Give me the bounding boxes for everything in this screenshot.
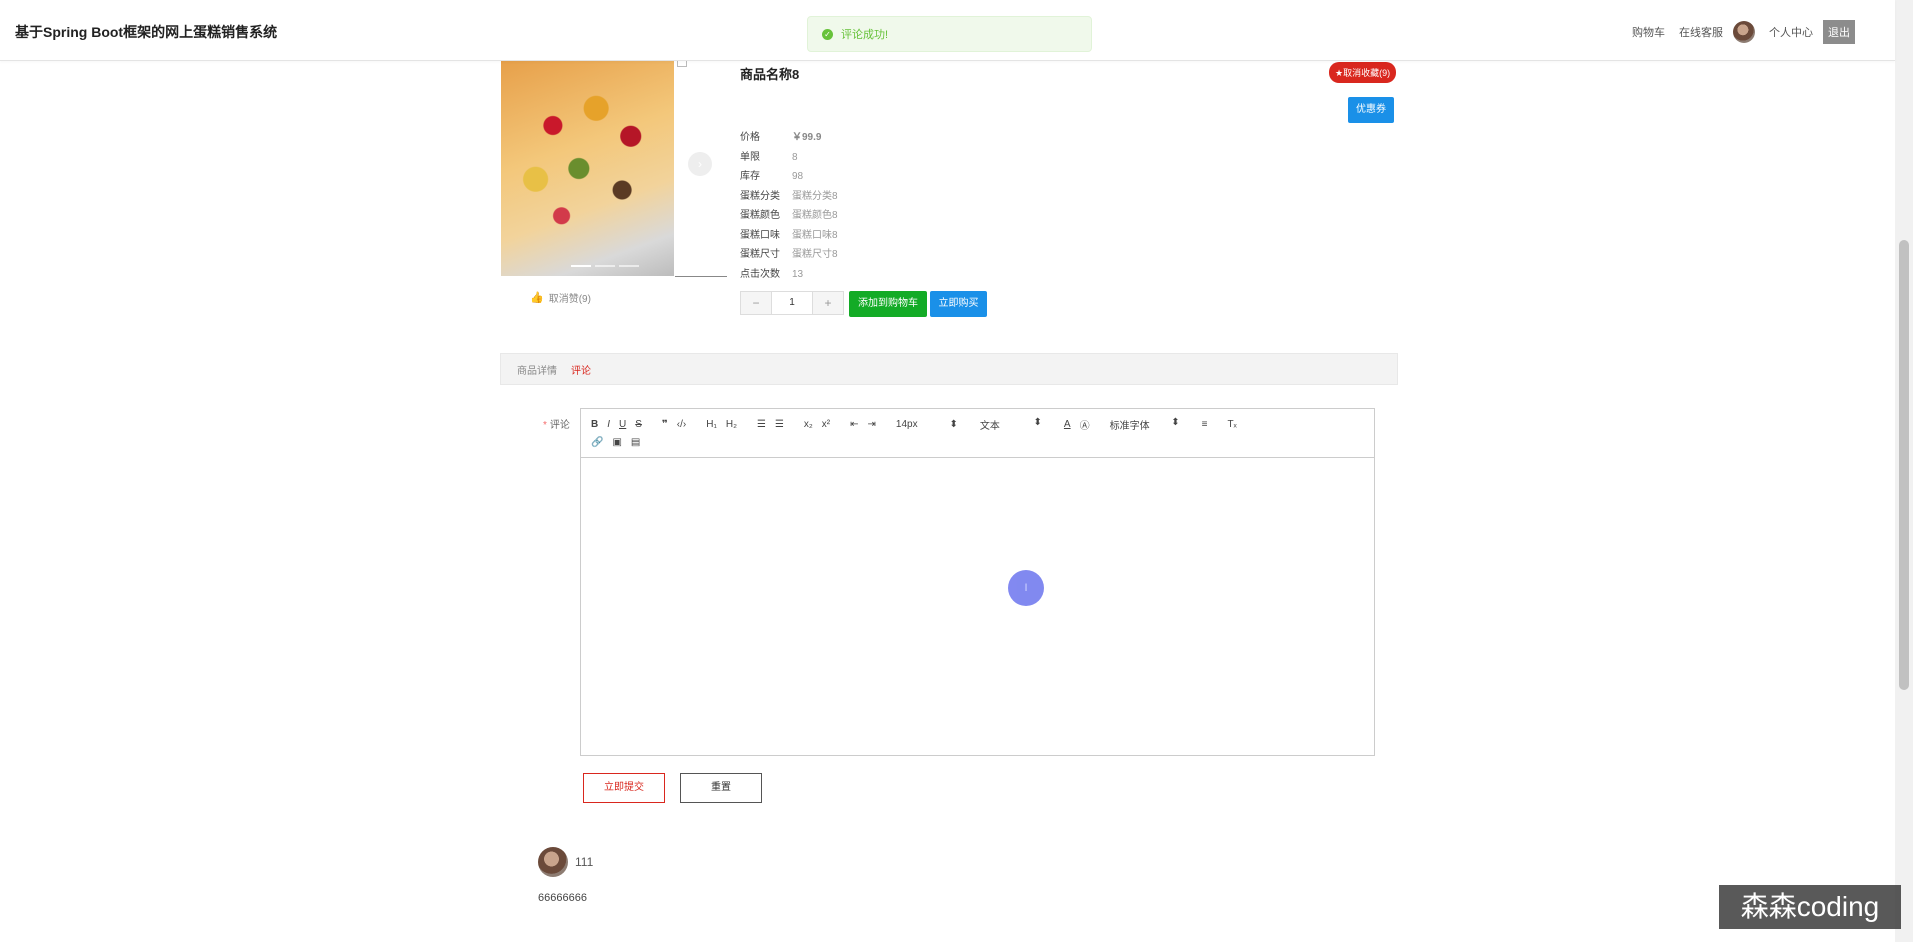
editor-toolbar: B I U S ❞ ‹/› H₁ H₂ ☰ ☰ x₂ x² ⇤ ⇥ 14px ⬍ … xyxy=(581,409,1374,458)
watermark: 森森coding xyxy=(1719,885,1901,929)
attr-label: 蛋糕分类 xyxy=(740,190,780,202)
like-button[interactable]: 👍 取消赞(9) xyxy=(530,290,591,305)
heading1-icon[interactable]: H₁ xyxy=(706,419,717,430)
comment-label-text: 评论 xyxy=(549,420,570,431)
unfavorite-button[interactable]: ★取消收藏(9) xyxy=(1329,62,1397,83)
coupon-button[interactable]: 优惠券 xyxy=(1348,97,1394,123)
subscript-icon[interactable]: x₂ xyxy=(804,419,813,430)
strikethrough-icon[interactable]: S xyxy=(635,419,642,430)
superscript-icon[interactable]: x² xyxy=(822,419,830,430)
select-arrow-icon: ⬍ xyxy=(949,418,958,430)
thumbs-up-icon: 👍 xyxy=(530,292,544,304)
attr-row: 蛋糕颜色 蛋糕颜色8 xyxy=(740,206,838,226)
font-size-value: 14px xyxy=(895,418,918,430)
font-size-select[interactable]: 14px ⬍ xyxy=(896,419,958,430)
attr-value: 13 xyxy=(792,268,804,280)
attr-value: ￥99.9 xyxy=(792,132,822,143)
attr-value: 98 xyxy=(792,171,804,182)
header-value: 文本 xyxy=(979,420,1000,432)
comment-text: 66666666 xyxy=(538,892,587,904)
required-mark: * xyxy=(543,420,547,431)
attr-label: 库存 xyxy=(740,171,760,182)
select-arrow-icon: ⬍ xyxy=(1033,416,1042,428)
font-family-value: 标准字体 xyxy=(1109,420,1150,432)
attr-row: 点击次数 13 xyxy=(740,265,838,285)
header-select[interactable]: 文本 ⬍ xyxy=(980,417,1042,432)
italic-icon[interactable]: I xyxy=(607,419,610,430)
rich-text-editor: B I U S ❞ ‹/› H₁ H₂ ☰ ☰ x₂ x² ⇤ ⇥ 14px ⬍ … xyxy=(580,408,1375,756)
ordered-list-icon[interactable]: ☰ xyxy=(757,419,766,430)
attr-value: 蛋糕口味8 xyxy=(792,229,838,241)
product-attributes: 价格 ￥99.9 单限 8 库存 98 蛋糕分类 蛋糕分类8 蛋糕颜色 蛋糕颜色8 蛋糕口… xyxy=(740,128,838,284)
bullet-list-icon[interactable]: ☰ xyxy=(775,419,784,430)
success-toast: ✓ 评论成功! xyxy=(807,16,1092,52)
heading2-icon[interactable]: H₂ xyxy=(726,419,737,430)
attr-row: 蛋糕尺寸 蛋糕尺寸8 xyxy=(740,245,838,265)
user-avatar[interactable] xyxy=(1733,21,1755,43)
video-icon[interactable]: ▤ xyxy=(631,437,640,448)
increment-button[interactable]: + xyxy=(813,292,843,314)
top-nav: 购物车 在线客服 个人中心 退出 xyxy=(1618,20,1855,44)
text-cursor-icon: I xyxy=(1008,570,1044,606)
attr-label: 价格 xyxy=(740,132,760,143)
attr-row: 单限 8 xyxy=(740,148,838,168)
image-icon[interactable]: ▣ xyxy=(612,437,621,448)
quantity-stepper: − 1 + xyxy=(740,291,844,315)
attr-label: 蛋糕颜色 xyxy=(740,210,780,221)
product-image[interactable] xyxy=(501,61,674,276)
editor-content[interactable]: I xyxy=(581,458,1374,756)
decrement-button[interactable]: − xyxy=(741,292,771,314)
carousel-next-arrow[interactable]: › xyxy=(688,152,712,176)
attr-row: 蛋糕分类 蛋糕分类8 xyxy=(740,187,838,207)
comment-avatar xyxy=(538,847,568,877)
attr-label: 点击次数 xyxy=(740,268,780,280)
quantity-input[interactable]: 1 xyxy=(771,292,813,314)
blockquote-icon[interactable]: ❞ xyxy=(662,419,668,430)
attr-value: 蛋糕颜色8 xyxy=(792,210,838,221)
tab-comment[interactable]: 评论 xyxy=(571,362,591,377)
success-icon: ✓ xyxy=(822,28,833,40)
site-title: 基于Spring Boot框架的网上蛋糕销售系统 xyxy=(15,24,278,40)
underline-icon[interactable]: U xyxy=(619,419,626,430)
link-icon[interactable]: 🔗 xyxy=(591,437,603,448)
product-tabs: 商品详情 评论 xyxy=(500,353,1398,385)
page-scrollbar[interactable] xyxy=(1895,0,1913,942)
nav-cart-link[interactable]: 购物车 xyxy=(1632,24,1665,40)
attr-row: 库存 98 xyxy=(740,167,838,187)
product-name: 商品名称8 xyxy=(740,67,800,82)
attr-value: 蛋糕分类8 xyxy=(792,190,838,202)
background-color-icon[interactable]: Ⓐ xyxy=(1080,417,1090,432)
reset-button[interactable]: 重置 xyxy=(680,773,762,803)
align-icon[interactable]: ≡ xyxy=(1202,419,1208,430)
outdent-icon[interactable]: ⇤ xyxy=(850,419,858,430)
nav-profile-link[interactable]: 个人中心 xyxy=(1769,24,1813,40)
add-to-cart-button[interactable]: 添加到购物车 xyxy=(849,291,927,317)
indent-icon[interactable]: ⇥ xyxy=(868,419,876,430)
code-block-icon[interactable]: ‹/› xyxy=(677,419,686,430)
comment-field-label: * 评论 xyxy=(543,416,570,431)
scrollbar-thumb[interactable] xyxy=(1899,240,1909,690)
attr-label: 蛋糕尺寸 xyxy=(740,249,780,260)
attr-value: 8 xyxy=(792,151,798,163)
attr-row: 蛋糕口味 蛋糕口味8 xyxy=(740,226,838,246)
logout-button[interactable]: 退出 xyxy=(1823,20,1855,44)
nav-service-link[interactable]: 在线客服 xyxy=(1679,24,1723,40)
buy-now-button[interactable]: 立即购买 xyxy=(930,291,987,317)
submit-button[interactable]: 立即提交 xyxy=(583,773,665,803)
font-family-select[interactable]: 标准字体 ⬍ xyxy=(1110,417,1180,432)
text-color-icon[interactable]: A xyxy=(1064,419,1071,430)
clear-format-icon[interactable]: Tₓ xyxy=(1227,419,1236,430)
comment-username: 111 xyxy=(575,855,594,869)
toast-message: 评论成功! xyxy=(841,29,889,41)
bold-icon[interactable]: B xyxy=(591,419,598,430)
carousel-indicators[interactable] xyxy=(571,265,639,267)
attr-value: 蛋糕尺寸8 xyxy=(792,249,838,260)
select-arrow-icon: ⬍ xyxy=(1171,416,1180,428)
tab-detail[interactable]: 商品详情 xyxy=(517,362,557,377)
like-label: 取消赞(9) xyxy=(548,294,591,305)
attr-row: 价格 ￥99.9 xyxy=(740,128,838,148)
attr-label: 单限 xyxy=(740,151,760,163)
attr-label: 蛋糕口味 xyxy=(740,229,780,241)
